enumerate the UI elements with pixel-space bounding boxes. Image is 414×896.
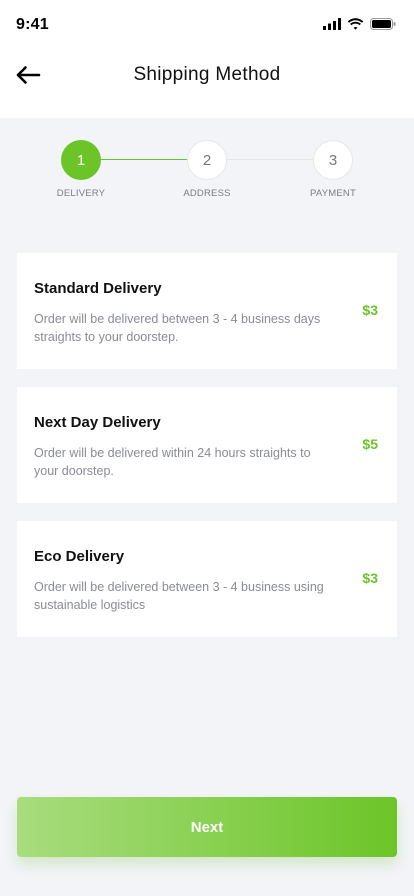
option-price: $3 <box>362 302 378 318</box>
shipping-option-standard[interactable]: Standard Delivery Order will be delivere… <box>17 253 397 369</box>
option-title: Standard Delivery <box>34 280 162 297</box>
option-price: $3 <box>362 570 378 586</box>
step-number: 3 <box>313 140 353 180</box>
step-number: 1 <box>61 140 101 180</box>
step-label: ADDRESS <box>183 188 231 199</box>
step-label: PAYMENT <box>310 188 356 199</box>
header-area: 9:41 Shipping Method <box>0 0 414 118</box>
step-connector-2 <box>226 159 314 160</box>
signal-icon <box>323 18 341 30</box>
step-payment[interactable]: 3 PAYMENT <box>310 140 356 199</box>
option-description: Order will be delivered between 3 - 4 bu… <box>34 580 324 612</box>
step-delivery[interactable]: 1 DELIVERY <box>57 140 105 199</box>
option-title: Eco Delivery <box>34 548 125 565</box>
option-title: Next Day Delivery <box>34 414 161 431</box>
status-bar: 9:41 <box>0 0 414 50</box>
step-address[interactable]: 2 ADDRESS <box>183 140 230 199</box>
status-time: 9:41 <box>16 16 49 33</box>
option-price: $5 <box>362 436 378 452</box>
battery-icon <box>370 18 396 30</box>
checkout-stepper: 1 DELIVERY 2 ADDRESS 3 PAYMENT <box>0 138 414 208</box>
step-label: DELIVERY <box>56 188 106 199</box>
step-connector-1 <box>100 159 188 160</box>
next-button[interactable]: Next <box>17 797 397 857</box>
option-description: Order will be delivered between 3 - 4 bu… <box>34 312 321 344</box>
step-number: 2 <box>187 140 227 180</box>
wifi-icon <box>347 18 364 30</box>
option-description: Order will be delivered within 24 hours … <box>34 446 311 478</box>
nav-bar: Shipping Method <box>0 50 414 102</box>
shipping-option-next-day[interactable]: Next Day Delivery Order will be delivere… <box>17 387 397 503</box>
page-title: Shipping Method <box>133 64 281 85</box>
shipping-option-eco[interactable]: Eco Delivery Order will be delivered bet… <box>17 521 397 637</box>
status-icons <box>323 17 396 31</box>
